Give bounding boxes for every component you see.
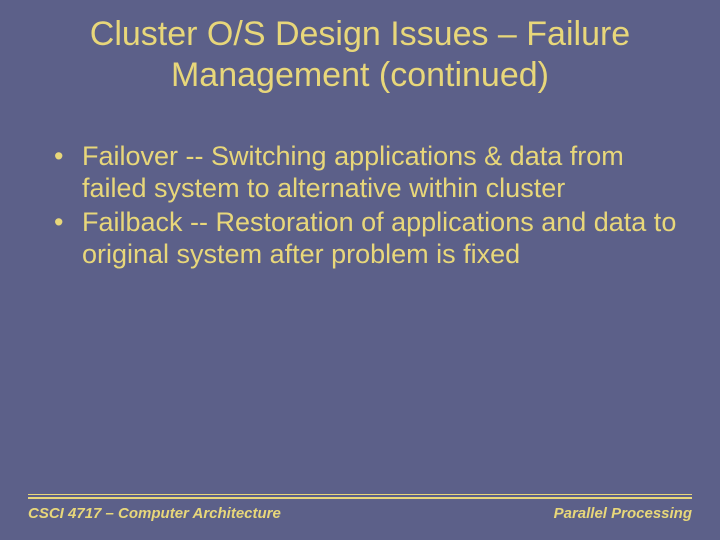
footer-row: CSCI 4717 – Computer Architecture Parall… (28, 505, 692, 522)
bullet-list: Failover -- Switching applications & dat… (36, 141, 684, 270)
slide-title: Cluster O/S Design Issues – Failure Mana… (36, 14, 684, 97)
footer-left: CSCI 4717 – Computer Architecture (28, 505, 281, 522)
footer: CSCI 4717 – Computer Architecture Parall… (28, 494, 692, 522)
list-item: Failback -- Restoration of applications … (54, 207, 684, 271)
slide: Cluster O/S Design Issues – Failure Mana… (0, 0, 720, 540)
footer-right: Parallel Processing (554, 505, 692, 522)
divider (28, 494, 692, 495)
list-item: Failover -- Switching applications & dat… (54, 141, 684, 205)
divider (28, 497, 692, 499)
